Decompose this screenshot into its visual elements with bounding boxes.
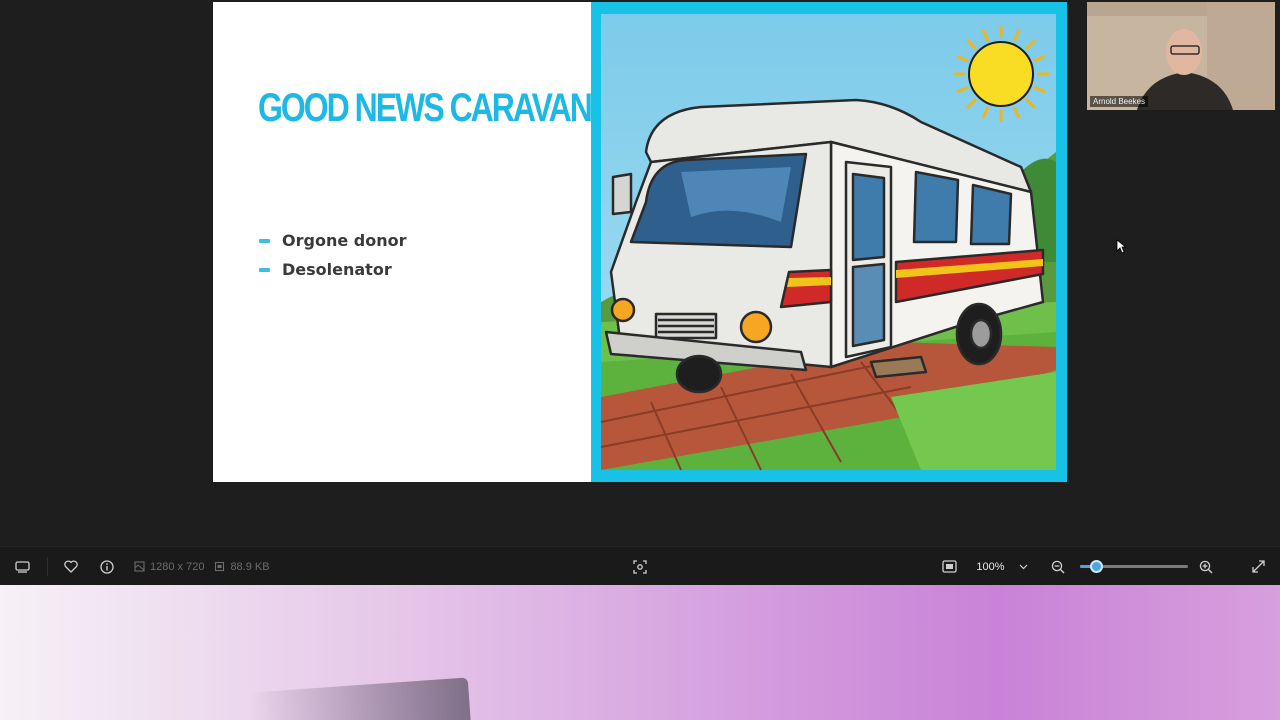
zoom-slider-track[interactable] (1080, 560, 1188, 573)
info-icon (100, 559, 114, 574)
participant-video[interactable]: Arnold Beekes (1087, 2, 1275, 110)
desktop-wallpaper (0, 585, 1280, 720)
zoom-out-icon (1051, 560, 1065, 573)
caravan-illustration (591, 2, 1067, 482)
zoom-out-button[interactable] (1046, 547, 1070, 586)
presentation-slide: GOOD NEWS CARAVAN Orgone donor Desolenat… (213, 2, 1067, 482)
bullet-list: Orgone donor Desolenator (259, 226, 406, 284)
participant-video-feed (1087, 2, 1275, 110)
filmstrip-button[interactable] (10, 547, 34, 586)
bullet-text: Orgone donor (282, 231, 407, 250)
bullet-text: Desolenator (282, 260, 392, 279)
dimensions-info: 1280 x 720 (134, 561, 204, 573)
fullscreen-icon (1251, 560, 1265, 573)
slide-title: GOOD NEWS CARAVAN (258, 86, 593, 130)
bullet-item: Orgone donor (259, 226, 406, 255)
viewer-toolbar: 1280 x 720 88.9 KB 100% (0, 546, 1280, 585)
chevron-down-icon (1019, 564, 1027, 569)
favorite-button[interactable] (59, 547, 83, 586)
file-size-info: 88.9 KB (214, 560, 270, 573)
image-metadata: 1280 x 720 88.9 KB (134, 547, 284, 586)
wallpaper-shape (248, 677, 472, 720)
image-viewport: GOOD NEWS CARAVAN Orgone donor Desolenat… (0, 0, 1280, 546)
mouse-cursor-icon (1116, 239, 1126, 254)
image-dimensions: 1280 x 720 (150, 560, 205, 573)
participant-name: Arnold Beekes (1090, 96, 1149, 107)
bullet-marker (259, 267, 270, 272)
slide-text-panel: GOOD NEWS CARAVAN Orgone donor Desolenat… (213, 2, 593, 482)
dimensions-icon (134, 561, 145, 572)
caravan-illustration-art (600, 14, 1056, 471)
filmstrip-icon (14, 560, 30, 573)
file-size-icon (215, 561, 225, 572)
zoom-slider-thumb[interactable] (1090, 560, 1104, 573)
toolbar-divider (47, 557, 48, 576)
zoom-dropdown[interactable]: 100% (970, 547, 1034, 586)
bullet-item: Desolenator (259, 255, 406, 284)
zoom-level: 100% (976, 560, 1005, 573)
info-button[interactable] (95, 547, 119, 586)
zoom-in-button[interactable] (1194, 547, 1218, 586)
zoom-slider[interactable] (1080, 547, 1188, 586)
zoom-in-icon (1199, 560, 1213, 573)
bullet-marker (259, 238, 270, 243)
fit-screen-icon (941, 560, 957, 573)
file-size: 88.9 KB (230, 560, 270, 573)
fit-to-window-button[interactable] (937, 547, 961, 586)
focus-icon (633, 559, 647, 574)
focus-button[interactable] (628, 547, 652, 586)
fullscreen-button[interactable] (1246, 547, 1270, 586)
heart-icon (64, 560, 78, 573)
